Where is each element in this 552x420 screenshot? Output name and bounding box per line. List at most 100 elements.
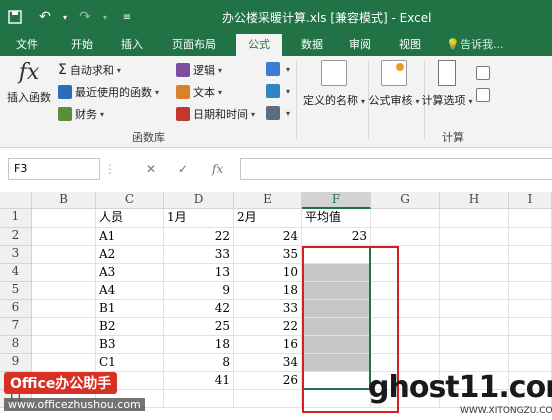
cell-i1[interactable] [509,209,552,228]
redo-icon[interactable]: ↷ [74,6,96,28]
tab-page-layout[interactable]: 页面布局 [162,34,226,56]
column-header-c[interactable]: C [96,192,164,209]
cell-b2[interactable] [32,228,96,246]
cell-e4[interactable]: 10 [234,264,302,282]
cell-e8[interactable]: 16 [234,336,302,354]
cell-f1[interactable]: 平均值 [302,209,371,228]
cell-h5[interactable] [440,282,509,300]
tell-me-search[interactable]: 💡告诉我... [440,34,510,56]
cell-e9[interactable]: 34 [234,354,302,372]
row-header-3[interactable]: 3 [0,246,32,264]
cell-f6[interactable] [302,300,371,318]
more-functions-button[interactable]: ▾ [266,106,290,120]
cell-h6[interactable] [440,300,509,318]
tab-file[interactable]: 文件 [6,34,48,56]
cell-c4[interactable]: A3 [96,264,164,282]
cell-e1[interactable]: 2月 [234,209,302,228]
cell-b1[interactable] [32,209,96,228]
row-header-6[interactable]: 6 [0,300,32,318]
column-header-f[interactable]: F [302,192,371,209]
cell-f7[interactable] [302,318,371,336]
cell-i4[interactable] [509,264,552,282]
cell-g4[interactable] [371,264,440,282]
column-header-h[interactable]: H [440,192,509,209]
tab-review[interactable]: 审阅 [340,34,380,56]
name-box[interactable]: F3 [8,158,100,180]
cell-h1[interactable] [440,209,509,228]
undo-dropdown-icon[interactable]: ▾ [54,6,76,28]
column-header-g[interactable]: G [371,192,440,209]
cell-f3-active[interactable] [302,246,371,264]
tab-data[interactable]: 数据 [292,34,332,56]
cell-c3[interactable]: A2 [96,246,164,264]
cell-h4[interactable] [440,264,509,282]
cell-f9[interactable] [302,354,371,372]
cell-e3[interactable]: 35 [234,246,302,264]
cell-b4[interactable] [32,264,96,282]
cell-h2[interactable] [440,228,509,246]
tab-home[interactable]: 开始 [62,34,102,56]
cell-f5[interactable] [302,282,371,300]
cell-c9[interactable]: C1 [96,354,164,372]
tab-formulas[interactable]: 公式 [236,34,282,56]
cell-f8[interactable] [302,336,371,354]
cell-d10[interactable]: 41 [164,372,234,390]
datetime-button[interactable]: 日期和时间 ▾ [176,106,255,122]
cell-d6[interactable]: 42 [164,300,234,318]
cell-d7[interactable]: 25 [164,318,234,336]
column-header-i[interactable]: I [509,192,552,209]
calculate-sheet-button[interactable] [476,88,493,102]
cell-d9[interactable]: 8 [164,354,234,372]
cell-e6[interactable]: 33 [234,300,302,318]
cell-d8[interactable]: 18 [164,336,234,354]
cell-g2[interactable] [371,228,440,246]
cell-f2[interactable]: 23 [302,228,371,246]
cell-e5[interactable]: 18 [234,282,302,300]
cell-f10[interactable] [302,372,371,390]
cell-f4[interactable] [302,264,371,282]
cell-c6[interactable]: B1 [96,300,164,318]
cell-e11[interactable] [234,390,302,408]
column-header-e[interactable]: E [234,192,302,209]
save-icon[interactable] [4,6,26,28]
calculation-options-button[interactable]: 计算选项 ▾ [422,60,473,108]
cell-e7[interactable]: 22 [234,318,302,336]
cell-b9[interactable] [32,354,96,372]
cell-c5[interactable]: A4 [96,282,164,300]
cell-e2[interactable]: 24 [234,228,302,246]
logical-button[interactable]: 逻辑 ▾ [176,62,222,78]
cell-b3[interactable] [32,246,96,264]
select-all-corner[interactable] [0,192,32,209]
column-header-b[interactable]: B [32,192,96,209]
formula-input[interactable] [240,158,552,180]
tab-insert[interactable]: 插入 [112,34,152,56]
tab-view[interactable]: 视图 [390,34,430,56]
cell-h3[interactable] [440,246,509,264]
insert-function-fx-icon[interactable]: fx [212,158,223,180]
cell-b6[interactable] [32,300,96,318]
cell-i5[interactable] [509,282,552,300]
cell-c2[interactable]: A1 [96,228,164,246]
cell-i2[interactable] [509,228,552,246]
cell-i3[interactable] [509,246,552,264]
cell-d4[interactable]: 13 [164,264,234,282]
autosum-button[interactable]: Σ 自动求和 ▾ [58,62,121,78]
cell-c8[interactable]: B3 [96,336,164,354]
cell-b5[interactable] [32,282,96,300]
cell-i7[interactable] [509,318,552,336]
lookup-reference-button[interactable]: ▾ [266,62,290,76]
row-header-7[interactable]: 7 [0,318,32,336]
recent-functions-button[interactable]: 最近使用的函数 ▾ [58,84,159,100]
defined-names-button[interactable]: 定义的名称 ▾ [302,60,366,108]
row-header-5[interactable]: 5 [0,282,32,300]
math-trig-button[interactable]: ▾ [266,84,290,98]
undo-icon[interactable]: ↶ [34,6,56,28]
text-functions-button[interactable]: 文本 ▾ [176,84,222,100]
cell-b7[interactable] [32,318,96,336]
cell-g7[interactable] [371,318,440,336]
row-header-8[interactable]: 8 [0,336,32,354]
formula-auditing-button[interactable]: 公式审核 ▾ [368,60,420,108]
cell-d1[interactable]: 1月 [164,209,234,228]
cell-d11[interactable] [164,390,234,408]
cell-h8[interactable] [440,336,509,354]
